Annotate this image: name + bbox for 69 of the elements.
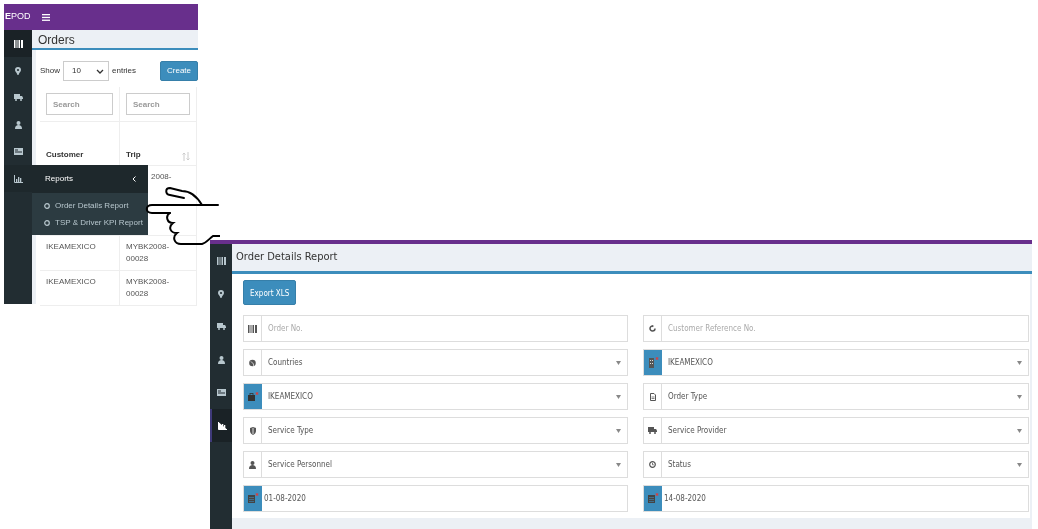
person-icon — [14, 120, 22, 129]
calendar-icon — [646, 493, 659, 504]
barcode-icon — [216, 256, 226, 265]
shield-icon — [249, 426, 256, 435]
newspaper-icon — [216, 389, 226, 396]
refresh-icon — [649, 325, 656, 332]
caret-icon — [616, 360, 621, 365]
select-field[interactable]: Service Provider — [643, 417, 1029, 444]
export-button[interactable]: Export XLS — [243, 280, 297, 305]
building-icon — [646, 356, 659, 369]
location-pin-icon — [218, 289, 224, 298]
column-header[interactable]: Trip — [126, 149, 141, 161]
clock-icon — [649, 461, 656, 468]
chevron-down-icon — [96, 68, 104, 74]
search-field[interactable]: Search — [126, 93, 190, 115]
briefcase-icon — [246, 391, 259, 402]
truck-icon — [216, 323, 226, 330]
table-cell-text: MYBK2008-00028 — [126, 241, 171, 265]
newspaper-icon — [13, 148, 23, 155]
caret-icon — [616, 462, 621, 467]
circle-icon — [44, 219, 50, 226]
chevron-left-icon — [132, 176, 136, 182]
caret-icon — [1017, 360, 1022, 365]
circle-icon — [44, 202, 50, 209]
select-field[interactable]: Countries — [243, 349, 628, 376]
barcode-icon — [13, 39, 23, 48]
barcode-icon — [248, 324, 257, 333]
select-field[interactable]: Status — [643, 451, 1029, 478]
caret-icon — [1017, 394, 1022, 399]
sort-icon — [182, 152, 190, 161]
submenu-item[interactable]: TSP & Driver KPI Report — [55, 216, 143, 229]
submenu-item[interactable]: Order Details Report — [55, 199, 129, 212]
select-field[interactable]: Service Personnel — [243, 451, 628, 478]
page-size-select[interactable]: 10 — [63, 61, 109, 81]
globe-icon — [249, 358, 256, 367]
caret-icon — [1017, 462, 1022, 467]
menu-item[interactable]: Reports — [45, 173, 73, 185]
menu-icon[interactable] — [42, 13, 50, 21]
person-icon — [217, 355, 225, 364]
table-cell: IKEAMEXICO — [46, 242, 96, 251]
column-header[interactable]: Customer — [46, 149, 84, 161]
caret-icon — [616, 394, 621, 399]
location-pin-icon — [15, 66, 21, 75]
search-field[interactable]: Search — [46, 93, 113, 115]
input-field[interactable]: Customer Reference No. — [661, 315, 1029, 342]
show-label: Show — [40, 65, 60, 77]
caret-icon — [616, 428, 621, 433]
brand-logo[interactable]: EPOD — [4, 10, 32, 24]
select-field[interactable]: Service Type — [243, 417, 628, 444]
sidebar-item[interactable] — [4, 30, 32, 57]
table-cell: IKEAMEXICO — [46, 277, 96, 286]
select-field[interactable]: IKEAMEXICO — [243, 383, 628, 410]
table-cell-text: MYBK2008-00028 — [126, 276, 171, 300]
entries-label: entries — [112, 65, 137, 77]
document-icon — [649, 392, 656, 401]
date-field[interactable]: 14-08-2020 — [643, 485, 1029, 512]
sidebar-item[interactable] — [210, 409, 232, 442]
input-field[interactable]: Order No. — [261, 315, 628, 342]
truck-icon — [13, 94, 23, 101]
truck-icon — [648, 427, 657, 434]
date-field[interactable]: 01-08-2020 — [243, 485, 628, 512]
caret-icon — [1017, 428, 1022, 433]
select-field[interactable]: Order Type — [643, 383, 1029, 410]
select-field[interactable]: IKEAMEXICO — [643, 349, 1029, 376]
create-button[interactable]: Create — [160, 61, 198, 81]
person-icon — [249, 460, 256, 469]
calendar-icon — [246, 493, 259, 504]
table-cell: 2008- — [151, 171, 172, 183]
sidebar-item[interactable] — [4, 165, 32, 192]
